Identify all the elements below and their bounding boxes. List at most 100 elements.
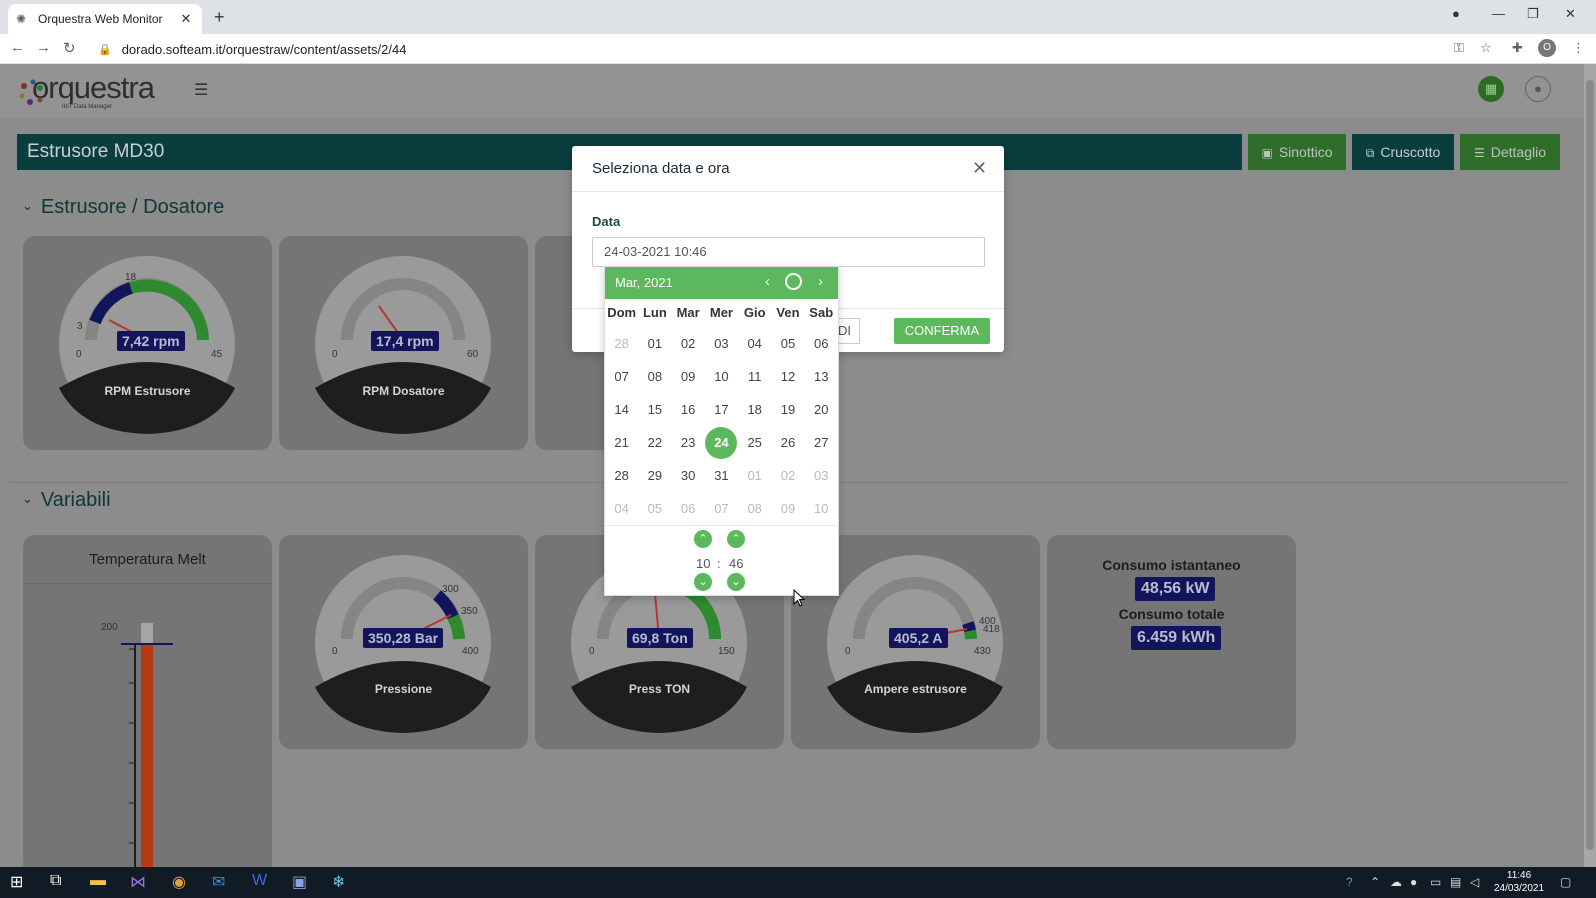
reload-icon[interactable]: ↻ [63, 39, 76, 57]
section-variabili[interactable]: ⌄ Variabili [22, 489, 111, 512]
profile-avatar[interactable]: O [1538, 39, 1556, 57]
extensions-icon[interactable]: ✚ [1512, 40, 1523, 56]
calendar-day[interactable]: 22 [638, 426, 671, 459]
calendar-day[interactable]: 15 [638, 393, 671, 426]
snowflake-icon[interactable]: ❄ [332, 872, 345, 892]
chrome-icon[interactable]: ◉ [172, 872, 186, 892]
today-circle-icon[interactable] [785, 273, 802, 290]
orquestra-logo[interactable]: orquestra IIoT Data Manager [18, 70, 155, 110]
calendar-day[interactable]: 08 [638, 360, 671, 393]
calendar-day[interactable]: 06 [805, 327, 838, 360]
browser-tab[interactable]: ✺ Orquestra Web Monitor ✕ [8, 4, 202, 34]
view-dettaglio-button[interactable]: ☰ Dettaglio [1460, 134, 1560, 170]
calendar-day[interactable]: 07 [705, 492, 738, 525]
calendar-day[interactable]: 02 [672, 327, 705, 360]
calendar-day[interactable]: 23 [672, 426, 705, 459]
calendar-day[interactable]: 10 [805, 492, 838, 525]
calendar-day[interactable]: 01 [738, 459, 771, 492]
outlook-icon[interactable]: ✉ [212, 872, 225, 892]
calendar-day[interactable]: 02 [771, 459, 804, 492]
month-label[interactable]: Mar, 2021 [615, 275, 673, 290]
date-input[interactable]: 24-03-2021 10:46 [592, 237, 985, 267]
calendar-day[interactable]: 18 [738, 393, 771, 426]
minute-value[interactable]: 46 [729, 556, 743, 571]
calendar-day-selected[interactable]: 24 [705, 426, 738, 459]
close-icon[interactable]: ✕ [972, 158, 987, 179]
calendar-day[interactable]: 05 [638, 492, 671, 525]
calendar-day[interactable]: 28 [605, 327, 638, 360]
calendar-day[interactable]: 09 [771, 492, 804, 525]
sidebar-toggle-icon[interactable]: ☰ [194, 80, 208, 100]
calendar-day[interactable]: 06 [672, 492, 705, 525]
microphone-icon[interactable]: ● [1410, 875, 1417, 889]
hour-up-icon[interactable]: ⌃ [694, 530, 712, 548]
close-window-icon[interactable]: ✕ [1565, 6, 1576, 22]
word-icon[interactable]: W [252, 872, 267, 890]
calendar-day[interactable]: 11 [738, 360, 771, 393]
scrollbar-thumb[interactable] [1586, 80, 1594, 850]
profile-menu-icon[interactable]: ● [1452, 6, 1460, 21]
calendar-button[interactable]: ▦ [1478, 76, 1504, 102]
page-scrollbar[interactable] [1584, 64, 1596, 867]
calendar-day[interactable]: 05 [771, 327, 804, 360]
calendar-day[interactable]: 03 [705, 327, 738, 360]
calendar-day[interactable]: 04 [605, 492, 638, 525]
calendar-day[interactable]: 19 [771, 393, 804, 426]
view-sinottico-button[interactable]: ▣ Sinottico [1248, 134, 1346, 170]
chevron-up-icon[interactable]: ⌃ [1370, 875, 1380, 889]
user-button[interactable]: ● [1525, 76, 1551, 102]
calendar-day[interactable]: 28 [605, 459, 638, 492]
calendar-day[interactable]: 29 [638, 459, 671, 492]
chevron-right-icon[interactable]: › [818, 273, 823, 290]
calendar-day[interactable]: 03 [805, 459, 838, 492]
calendar-day[interactable]: 07 [605, 360, 638, 393]
calendar-day[interactable]: 17 [705, 393, 738, 426]
calendar-day[interactable]: 10 [705, 360, 738, 393]
calendar-day[interactable]: 12 [771, 360, 804, 393]
help-icon[interactable]: ? [1346, 875, 1353, 889]
task-view-icon[interactable]: ⧉ [50, 872, 61, 890]
restore-icon[interactable]: ❐ [1527, 6, 1539, 22]
close-tab-icon[interactable]: ✕ [178, 11, 194, 27]
calendar-day[interactable]: 25 [738, 426, 771, 459]
minute-up-icon[interactable]: ⌃ [727, 530, 745, 548]
network-icon[interactable]: ▤ [1450, 875, 1461, 889]
windows-start-icon[interactable]: ⊞ [10, 872, 23, 892]
minute-down-icon[interactable]: ⌄ [727, 573, 745, 591]
kebab-menu-icon[interactable]: ⋮ [1572, 40, 1585, 56]
minimize-icon[interactable]: — [1492, 6, 1505, 21]
back-icon[interactable]: ← [10, 39, 25, 56]
hour-value[interactable]: 10 [696, 556, 710, 571]
calendar-day[interactable]: 13 [805, 360, 838, 393]
app-icon[interactable]: ▣ [292, 872, 307, 892]
confirm-button[interactable]: CONFERMA [894, 318, 990, 344]
chevron-left-icon[interactable]: ‹ [765, 273, 770, 290]
calendar-day[interactable]: 21 [605, 426, 638, 459]
forward-icon[interactable]: → [36, 39, 51, 56]
view-cruscotto-button[interactable]: ⧉ Cruscotto [1352, 134, 1454, 170]
key-icon[interactable]: ⚿ [1454, 40, 1464, 56]
section-estrusore-dosatore[interactable]: ⌄ Estrusore / Dosatore [22, 196, 224, 219]
calendar-day[interactable]: 31 [705, 459, 738, 492]
hour-down-icon[interactable]: ⌄ [694, 573, 712, 591]
calendar-day[interactable]: 27 [805, 426, 838, 459]
new-tab-icon[interactable]: + [214, 7, 225, 28]
notification-icon[interactable]: ▢ [1560, 875, 1571, 889]
calendar-day[interactable]: 14 [605, 393, 638, 426]
calendar-day[interactable]: 09 [672, 360, 705, 393]
visual-studio-icon[interactable]: ⋈ [130, 872, 146, 892]
volume-icon[interactable]: ◁ [1470, 875, 1479, 889]
bookmark-star-icon[interactable]: ☆ [1480, 40, 1492, 56]
battery-icon[interactable]: ▭ [1430, 875, 1441, 889]
calendar-day[interactable]: 30 [672, 459, 705, 492]
file-explorer-icon[interactable]: ▬ [90, 872, 106, 890]
cloud-icon[interactable]: ☁ [1390, 875, 1402, 889]
system-clock[interactable]: 11:46 24/03/2021 [1494, 869, 1544, 895]
calendar-day[interactable]: 08 [738, 492, 771, 525]
calendar-day[interactable]: 04 [738, 327, 771, 360]
calendar-day[interactable]: 16 [672, 393, 705, 426]
calendar-day[interactable]: 01 [638, 327, 671, 360]
calendar-day[interactable]: 20 [805, 393, 838, 426]
address-bar[interactable]: 🔒 dorado.softeam.it/orquestraw/content/a… [92, 37, 1498, 61]
calendar-day[interactable]: 26 [771, 426, 804, 459]
